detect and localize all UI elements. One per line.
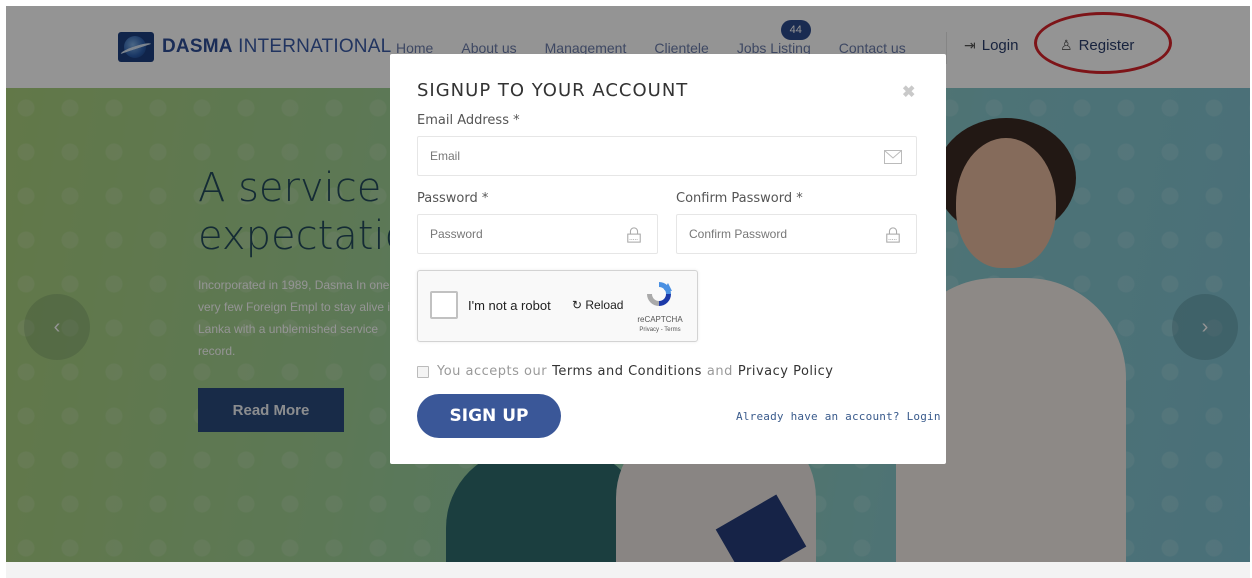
privacy-policy-link[interactable]: Privacy Policy [738,364,834,379]
already-have-account-login-link[interactable]: Already have an account? Login [736,410,941,423]
close-icon[interactable]: ✖ [902,82,915,102]
signup-button[interactable]: SIGN UP [417,394,561,438]
email-field[interactable] [418,137,916,175]
lock-icon [886,227,900,243]
recaptcha-logo-icon [647,282,672,306]
browser-viewport: DASMA INTERNATIONAL Home About us Manage… [6,6,1250,578]
recaptcha-checkbox[interactable] [430,291,458,319]
email-field-wrapper [417,136,917,176]
confirm-password-field-wrapper [676,214,917,254]
email-label: Email Address * [417,113,520,128]
recaptcha-label: I'm not a robot [468,298,551,313]
recaptcha-privacy-terms[interactable]: Privacy - Terms [632,327,688,333]
terms-agreement-row: You accepts our Terms and Conditions and… [417,364,839,379]
terms-link[interactable]: Terms and Conditions [552,364,702,379]
password-label: Password * [417,191,489,206]
terms-and: and [706,364,733,379]
password-field-wrapper [417,214,658,254]
modal-title: SIGNUP TO YOUR ACCOUNT [417,80,689,101]
lock-icon [627,227,641,243]
envelope-icon [884,150,902,164]
confirm-password-field[interactable] [677,215,916,253]
confirm-password-label: Confirm Password * [676,191,803,206]
password-field[interactable] [418,215,657,253]
recaptcha-widget: I'm not a robot ↻ Reload reCAPTCHA Priva… [417,270,698,342]
reload-icon: ↻ [572,298,586,312]
recaptcha-brand: reCAPTCHA [637,315,683,324]
signup-modal: SIGNUP TO YOUR ACCOUNT ✖ Email Address *… [390,54,946,464]
recaptcha-reload-button[interactable]: ↻ Reload [572,298,623,312]
terms-prefix: You accepts our [437,364,548,379]
terms-checkbox[interactable] [417,365,429,378]
